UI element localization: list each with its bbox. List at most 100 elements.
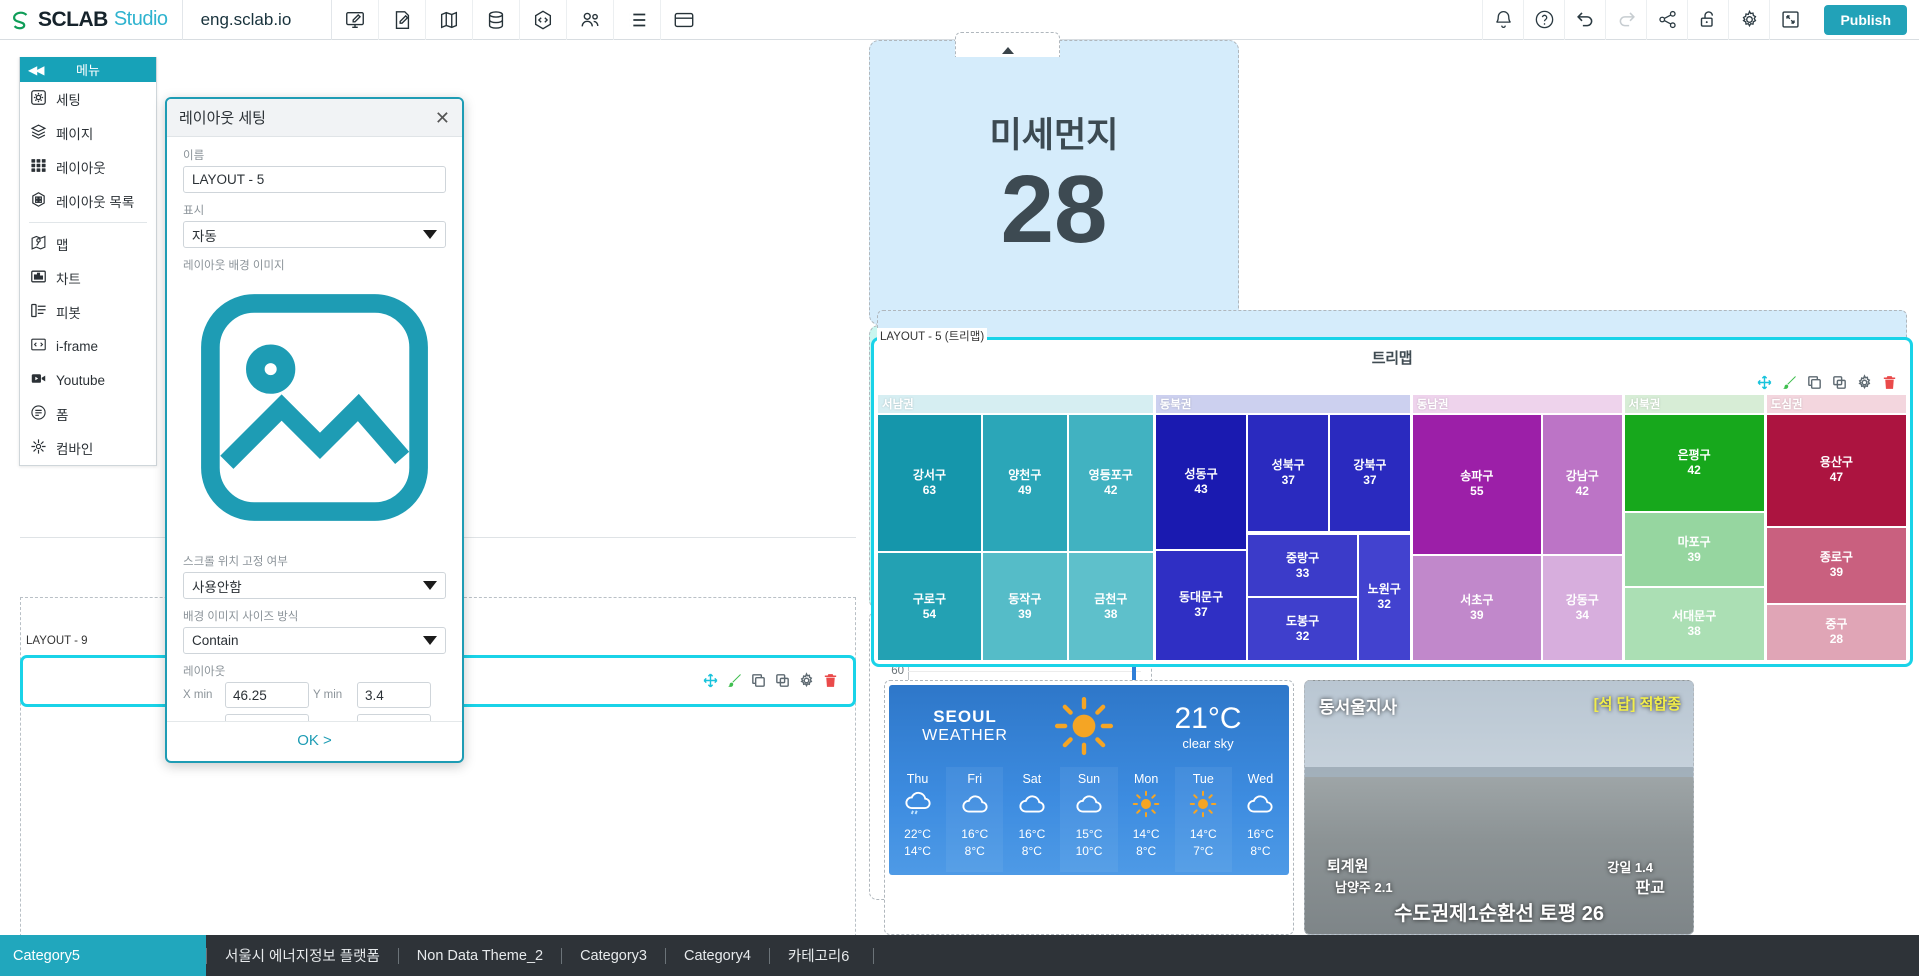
menu-divider — [29, 222, 147, 223]
treemap-cell[interactable]: 도봉구 32 — [1248, 598, 1357, 660]
site-name[interactable]: eng.sclab.io — [183, 10, 310, 30]
list-icon[interactable] — [613, 0, 660, 40]
treemap-cell[interactable]: 강북구 37 — [1330, 415, 1410, 531]
xmax-input[interactable] — [225, 714, 309, 721]
sidebar-item-pivot[interactable]: 피봇 — [20, 295, 156, 329]
share-icon[interactable] — [1646, 0, 1687, 40]
users-icon[interactable] — [566, 0, 613, 40]
treemap-cell[interactable]: 금천구 38 — [1068, 553, 1153, 660]
duplicate-icon[interactable] — [1831, 374, 1848, 391]
layout-name-input[interactable] — [183, 166, 446, 193]
treemap-cell[interactable]: 강동구 34 — [1542, 555, 1622, 660]
treemap-cell[interactable]: 양천구 49 — [982, 415, 1067, 552]
tab-item[interactable]: 서울시 에너지정보 플랫폼 — [207, 935, 398, 976]
brand-logo-area[interactable]: SCLAB Studio — [0, 0, 182, 40]
scroll-lock-select[interactable] — [183, 572, 446, 599]
brush-icon[interactable] — [1781, 374, 1798, 391]
gear-icon[interactable] — [1728, 0, 1769, 40]
sidebar-item-youtube[interactable]: Youtube — [20, 363, 156, 397]
publish-button[interactable]: Publish — [1824, 4, 1907, 35]
database-icon[interactable] — [472, 0, 519, 40]
weather-day-high: 16°C — [961, 827, 989, 841]
treemap-cell[interactable]: 중구 28 — [1766, 604, 1907, 660]
duplicate-icon[interactable] — [774, 672, 791, 689]
treemap-cell[interactable]: 서초구 39 — [1412, 555, 1541, 660]
ok-button[interactable]: OK > — [291, 731, 338, 750]
copy-icon[interactable] — [1806, 374, 1823, 391]
ymin-input[interactable] — [357, 682, 431, 708]
fullscreen-icon[interactable] — [1769, 0, 1810, 40]
help-icon[interactable] — [1523, 0, 1564, 40]
trash-icon[interactable] — [822, 672, 839, 689]
treemap-group-body: 성동구 43 동대문구 37 성북구 37 강북구 37 중랑구 33 도봉구 32 노원구 32 — [1155, 413, 1410, 660]
treemap-cell[interactable]: 동작구 39 — [982, 553, 1067, 660]
treemap-column: 성동구 43 동대문구 37 — [1155, 415, 1247, 660]
card-icon[interactable] — [660, 0, 707, 40]
tab-item[interactable]: Category4 — [666, 935, 769, 976]
sidebar-item-form[interactable]: 폼 — [20, 397, 156, 431]
treemap-cell[interactable]: 용산구 47 — [1766, 415, 1907, 526]
sidebar-item-iframe[interactable]: i-frame — [20, 329, 156, 363]
sidebar-item-page[interactable]: 페이지 — [20, 116, 156, 150]
xmin-input[interactable] — [225, 682, 309, 708]
menu-header[interactable]: ◀◀ 메뉴 — [20, 57, 156, 82]
bg-size-select[interactable] — [183, 627, 446, 654]
move-icon[interactable] — [1756, 374, 1773, 391]
screen-edit-icon[interactable] — [331, 0, 378, 40]
treemap-cell[interactable]: 중랑구 33 — [1248, 534, 1357, 597]
cctv-badge: [석 답] 적합종 — [1593, 696, 1681, 713]
dust-tile[interactable]: 미세먼지 28 — [869, 40, 1239, 325]
sidebar-item-setting[interactable]: 세팅 — [20, 82, 156, 116]
treemap-cell[interactable]: 마포구 39 — [1624, 513, 1764, 586]
bell-icon[interactable] — [1482, 0, 1523, 40]
sidebar-item-map[interactable]: 맵 — [20, 227, 156, 261]
gear-icon[interactable] — [1856, 374, 1873, 391]
display-select-value[interactable] — [183, 221, 446, 248]
gear-icon[interactable] — [798, 672, 815, 689]
tab-item[interactable]: 카테고리6 — [770, 935, 867, 976]
treemap-cell-value: 55 — [1470, 484, 1484, 499]
treemap-cell[interactable]: 강서구 63 — [878, 415, 981, 552]
move-icon[interactable] — [702, 672, 719, 689]
display-select[interactable] — [183, 221, 446, 248]
treemap-cell[interactable]: 은평구 42 — [1624, 415, 1764, 512]
ymax-input[interactable] — [357, 714, 431, 721]
unlock-icon[interactable] — [1687, 0, 1728, 40]
scroll-lock-value[interactable] — [183, 572, 446, 599]
sidebar-item-chart[interactable]: 차트 — [20, 261, 156, 295]
page-edit-icon[interactable] — [378, 0, 425, 40]
treemap-cell[interactable]: 강남구 42 — [1542, 415, 1622, 554]
tab-item[interactable]: Non Data Theme_2 — [399, 935, 561, 976]
code-icon[interactable] — [519, 0, 566, 40]
treemap-cell[interactable]: 종로구 39 — [1766, 527, 1907, 603]
sidebar-item-layout-list[interactable]: 레이아웃 목록 — [20, 184, 156, 218]
bg-size-value[interactable] — [183, 627, 446, 654]
sidebar-item-label: 레이아웃 — [56, 161, 106, 176]
close-icon[interactable]: ✕ — [435, 109, 450, 127]
sidebar-item-layout[interactable]: 레이아웃 — [20, 150, 156, 184]
cctv-tile[interactable]: 동서울지사 [석 답] 적합종 퇴계원 남양주 2.1 강일 1.4 판교 수도… — [1304, 680, 1694, 935]
weather-day: Sat 16°C 8°C — [1003, 767, 1060, 872]
treemap-cell[interactable]: 영등포구 42 — [1068, 415, 1153, 552]
copy-icon[interactable] — [750, 672, 767, 689]
map-icon[interactable] — [425, 0, 472, 40]
treemap-cell[interactable]: 성북구 37 — [1248, 415, 1329, 531]
brand-name: SCLAB — [38, 7, 108, 31]
treemap-cell[interactable]: 송파구 55 — [1412, 415, 1541, 554]
treemap-cell[interactable]: 노원구 32 — [1358, 534, 1410, 660]
treemap-cell[interactable]: 구로구 54 — [878, 553, 981, 660]
tab-item[interactable]: Category3 — [562, 935, 665, 976]
treemap-widget[interactable]: 트리맵 서남권 강서구 63 구로구 54 양천구 49 동작구 39 영등포구 42 금천구 38 동북… — [871, 337, 1913, 667]
undo-icon[interactable] — [1564, 0, 1605, 40]
tab-active[interactable]: Category5 — [0, 935, 206, 976]
treemap-cell[interactable]: 서대문구 38 — [1624, 587, 1764, 660]
treemap-cell[interactable]: 성동구 43 — [1155, 415, 1247, 549]
sidebar-item-combine[interactable]: 컴바인 — [20, 431, 156, 465]
redo-icon[interactable] — [1605, 0, 1646, 40]
image-picker-icon[interactable] — [183, 294, 446, 543]
treemap-cell[interactable]: 동대문구 37 — [1155, 550, 1247, 660]
collapse-tab[interactable] — [955, 32, 1060, 57]
weather-tile[interactable]: SEOUL WEATHER 21°C clear sky Thu 22°C 14°C… — [884, 680, 1294, 935]
brush-icon[interactable] — [726, 672, 743, 689]
trash-icon[interactable] — [1881, 374, 1898, 391]
